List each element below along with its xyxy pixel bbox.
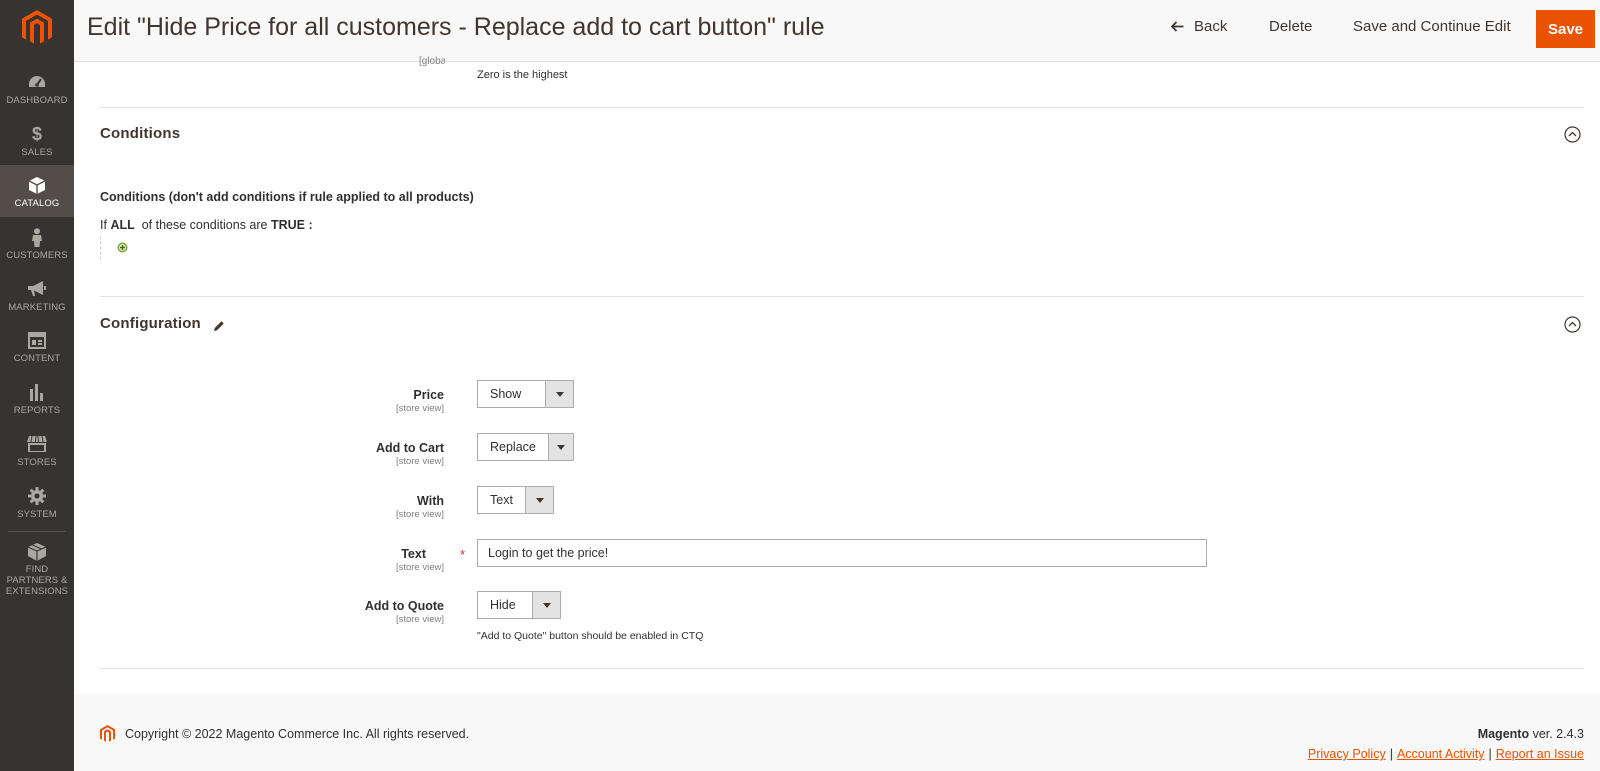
- privacy-policy-link[interactable]: Privacy Policy: [1308, 747, 1386, 761]
- brand-name: Magento: [1477, 727, 1530, 741]
- add-to-quote-select-value: Hide: [490, 598, 516, 612]
- with-select[interactable]: Text: [477, 486, 554, 514]
- sidebar-item-system[interactable]: SYSTEM: [0, 476, 74, 528]
- magento-logo-icon[interactable]: [22, 10, 52, 46]
- section-divider: [100, 296, 1584, 297]
- chevron-down-icon: [525, 487, 553, 513]
- dollar-icon: $: [31, 123, 42, 144]
- sidebar-item-label: FIND PARTNERS & EXTENSIONS: [5, 564, 69, 597]
- link-separator: |: [1389, 747, 1393, 761]
- sidebar-item-customers[interactable]: CUSTOMERS: [0, 217, 74, 269]
- sidebar-item-label: SALES: [21, 147, 53, 158]
- conditions-section-title[interactable]: Conditions: [100, 125, 180, 142]
- sidebar-item-dashboard[interactable]: DASHBOARD: [0, 62, 74, 114]
- gear-icon: [27, 486, 47, 506]
- conditions-heading: Conditions (don't add conditions if rule…: [100, 190, 474, 204]
- person-icon: [27, 227, 47, 247]
- cond-suffix: :: [308, 218, 313, 232]
- add-to-cart-scope: [store view]: [395, 456, 444, 467]
- sidebar-item-label: CUSTOMERS: [6, 250, 68, 261]
- sidebar-item-marketing[interactable]: MARKETING: [0, 269, 74, 321]
- add-condition-icon[interactable]: [117, 242, 128, 253]
- save-button[interactable]: Save: [1536, 10, 1595, 48]
- with-scope: [store view]: [395, 509, 444, 520]
- sidebar-item-label: DASHBOARD: [6, 95, 68, 106]
- chevron-down-icon: [532, 592, 560, 618]
- cond-prefix: If: [100, 218, 107, 232]
- back-button[interactable]: Back: [1171, 18, 1227, 35]
- report-issue-link[interactable]: Report an Issue: [1496, 747, 1584, 761]
- collapse-conditions-icon[interactable]: [1564, 126, 1581, 143]
- add-to-quote-scope: [store view]: [395, 614, 444, 625]
- cond-aggregator-toggle[interactable]: ALL: [110, 218, 134, 232]
- text-scope: [store view]: [395, 562, 444, 573]
- page-footer: Copyright © 2022 Magento Commerce Inc. A…: [74, 694, 1600, 771]
- link-separator: |: [1488, 747, 1492, 761]
- sidebar-item-catalog[interactable]: CATALOG: [0, 165, 74, 217]
- storefront-icon: [27, 434, 47, 454]
- dashboard-icon: [27, 72, 47, 92]
- with-label: With: [417, 494, 444, 508]
- text-input[interactable]: [477, 539, 1207, 567]
- sidebar-item-label: CATALOG: [14, 198, 60, 209]
- page-title: Edit "Hide Price for all customers - Rep…: [87, 13, 825, 41]
- collapse-configuration-icon[interactable]: [1564, 316, 1581, 333]
- sidebar-item-sales[interactable]: $ SALES: [0, 114, 74, 166]
- priority-note: Zero is the highest: [477, 69, 568, 81]
- add-to-cart-select-value: Replace: [490, 440, 536, 454]
- sidebar-item-label: MARKETING: [8, 302, 66, 313]
- cubes-icon: [27, 543, 47, 561]
- copyright-text: Copyright © 2022 Magento Commerce Inc. A…: [125, 727, 470, 741]
- pencil-icon[interactable]: [213, 320, 225, 332]
- text-label: Text: [401, 547, 426, 561]
- magento-logo-icon: [100, 725, 115, 742]
- section-divider: [100, 107, 1584, 108]
- megaphone-icon: [27, 279, 47, 299]
- add-to-quote-note: "Add to Quote" button should be enabled …: [477, 630, 704, 642]
- box-icon: [27, 175, 47, 195]
- sidebar-divider: [8, 531, 66, 532]
- price-label: Price: [413, 388, 444, 402]
- sidebar-item-reports[interactable]: REPORTS: [0, 372, 74, 424]
- sidebar-item-label: STORES: [17, 457, 57, 468]
- layout-icon: [27, 330, 47, 350]
- add-to-quote-select[interactable]: Hide: [477, 591, 561, 619]
- add-to-quote-label: Add to Quote: [364, 599, 444, 613]
- account-activity-link[interactable]: Account Activity: [1397, 747, 1485, 761]
- sidebar-item-label: SYSTEM: [17, 509, 57, 520]
- priority-scope-label: [global]: [419, 56, 445, 67]
- cond-middle: of these conditions are: [141, 218, 268, 232]
- delete-button[interactable]: Delete: [1269, 18, 1312, 35]
- price-select-value: Show: [490, 387, 522, 401]
- conditions-tree-line: [100, 236, 101, 260]
- add-to-cart-label: Add to Cart: [375, 441, 444, 455]
- version-number: ver. 2.4.3: [1532, 727, 1584, 741]
- cond-value-toggle[interactable]: TRUE: [271, 218, 305, 232]
- bar-chart-icon: [27, 382, 47, 402]
- with-select-value: Text: [490, 493, 513, 507]
- chevron-down-icon: [545, 381, 573, 407]
- price-select[interactable]: Show: [477, 380, 574, 408]
- sidebar-item-stores[interactable]: STORES: [0, 424, 74, 476]
- arrow-left-icon: [1171, 21, 1184, 32]
- chevron-down-icon: [547, 434, 573, 460]
- page-header: Edit "Hide Price for all customers - Rep…: [74, 0, 1600, 62]
- footer-links: Privacy Policy | Account Activity | Repo…: [1308, 747, 1584, 761]
- section-divider: [100, 668, 1584, 669]
- required-indicator: *: [460, 547, 466, 562]
- back-button-label: Back: [1194, 18, 1228, 35]
- sidebar-item-find-partners[interactable]: FIND PARTNERS & EXTENSIONS: [0, 533, 74, 597]
- price-scope: [store view]: [395, 403, 444, 414]
- save-and-continue-button[interactable]: Save and Continue Edit: [1353, 18, 1511, 35]
- sidebar-item-label: REPORTS: [13, 405, 61, 416]
- add-to-cart-select[interactable]: Replace: [477, 433, 574, 461]
- sidebar-item-label: CONTENT: [13, 353, 61, 364]
- sidebar-item-content[interactable]: CONTENT: [0, 320, 74, 372]
- version-info: Magento ver. 2.4.3: [1478, 727, 1584, 741]
- admin-sidebar: DASHBOARD $ SALES CATALOG CUSTOMERS MARK…: [0, 0, 74, 771]
- configuration-section-title[interactable]: Configuration: [100, 315, 201, 332]
- conditions-rule-line: If ALL of these conditions are TRUE :: [100, 218, 313, 232]
